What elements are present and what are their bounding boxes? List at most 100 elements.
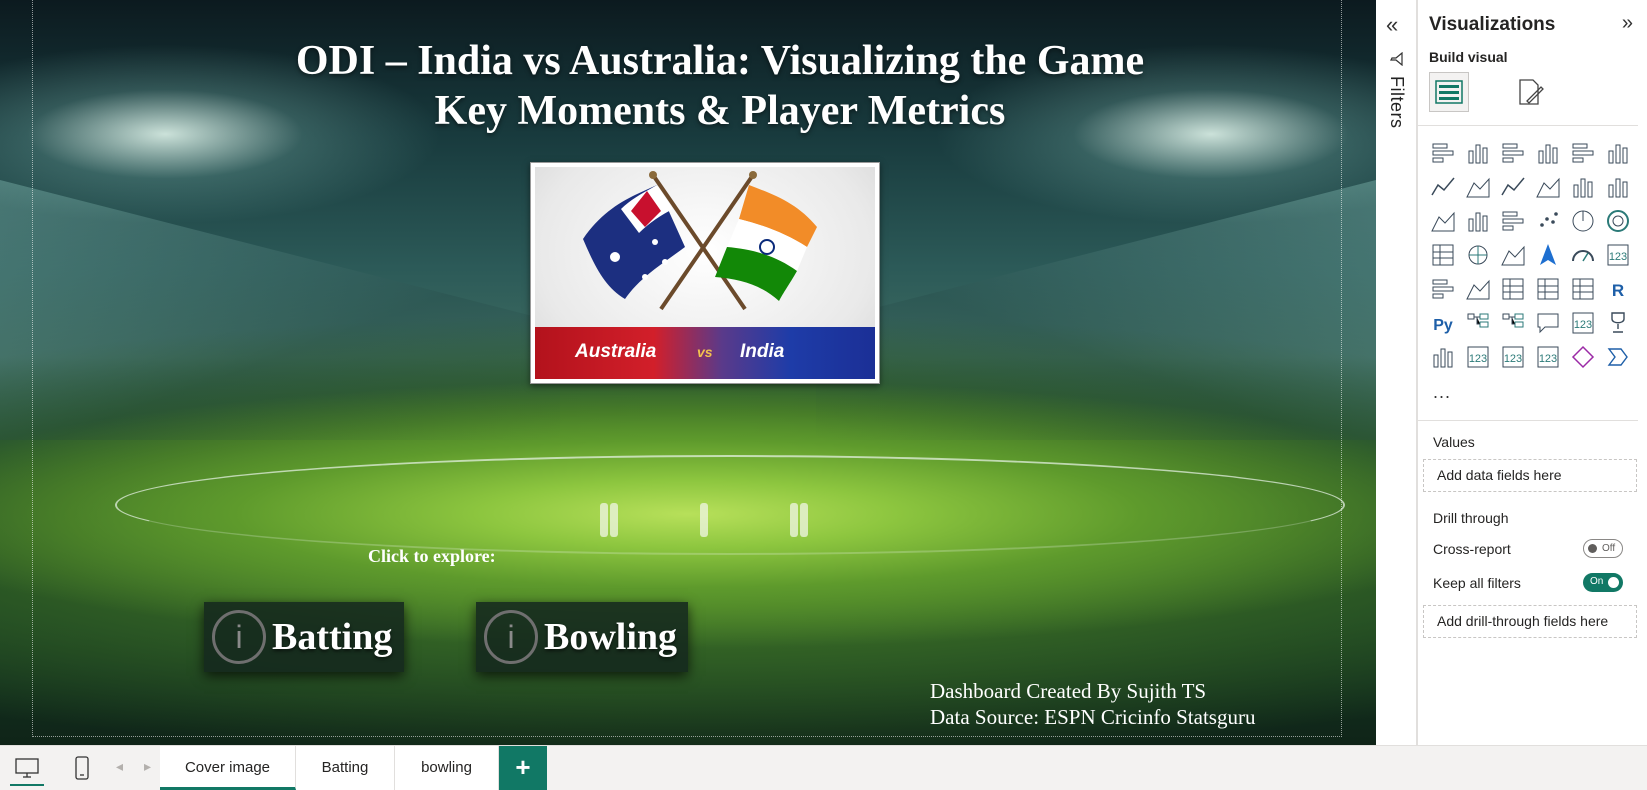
card-icon[interactable]: 123 — [1603, 240, 1633, 270]
svg-text:123: 123 — [1469, 353, 1487, 365]
info-icon: i — [212, 610, 266, 664]
tab-batting[interactable]: Batting — [296, 746, 395, 790]
keep-filters-label: Keep all filters — [1433, 575, 1521, 591]
line-clustered-column-icon[interactable] — [1568, 172, 1598, 202]
report-canvas: ODI – India vs Australia: Visualizing th… — [0, 0, 1376, 745]
drill-through-well[interactable]: Add drill-through fields here — [1423, 605, 1637, 638]
python-visual-icon[interactable]: Py — [1428, 308, 1458, 338]
bowling-button-label: Bowling — [544, 616, 678, 658]
power-automate-icon[interactable]: 123 — [1498, 342, 1528, 372]
banner-vs: vs — [697, 344, 713, 360]
flags-image-inner: Australia vs India — [535, 167, 875, 379]
power-apps-icon[interactable]: 123 — [1463, 342, 1493, 372]
treemap-icon[interactable] — [1428, 240, 1458, 270]
more-visuals-button[interactable]: ... — [1433, 382, 1451, 403]
multi-row-card-icon[interactable] — [1428, 274, 1458, 304]
filters-label[interactable]: Filters — [1386, 76, 1407, 129]
title-line-2: Key Moments & Player Metrics — [434, 88, 1006, 134]
add-page-button[interactable]: + — [499, 746, 547, 790]
tab-cover-image[interactable]: Cover image — [160, 746, 296, 790]
100-stacked-column-icon[interactable] — [1603, 138, 1633, 168]
keep-filters-toggle[interactable]: On — [1583, 573, 1623, 592]
arcgis-icon[interactable]: 123 — [1533, 342, 1563, 372]
key-influencers-icon[interactable] — [1463, 308, 1493, 338]
stacked-area-icon[interactable] — [1498, 172, 1528, 202]
visualizations-title: Visualizations — [1429, 14, 1556, 35]
double-chevron-left-icon[interactable]: « — [1386, 12, 1398, 38]
mobile-layout-icon[interactable] — [68, 752, 96, 784]
values-label: Values — [1433, 434, 1475, 450]
visual-type-gallery: 123 R Py 123 123 123 123 — [1428, 138, 1637, 376]
batting-button-label: Batting — [272, 616, 393, 658]
kpi-icon[interactable] — [1463, 274, 1493, 304]
svg-text:123: 123 — [1574, 319, 1592, 331]
credit-author: Dashboard Created By Sujith TS — [930, 679, 1207, 703]
funnel-icon — [1390, 51, 1404, 71]
slicer-icon[interactable] — [1498, 274, 1528, 304]
goals-icon[interactable] — [1603, 308, 1633, 338]
fields-well-tab[interactable] — [1429, 72, 1469, 112]
double-chevron-right-icon[interactable]: » — [1622, 12, 1633, 35]
line-stacked-column-icon[interactable] — [1603, 172, 1633, 202]
clustered-bar-icon[interactable] — [1498, 138, 1528, 168]
decomposition-tree-icon[interactable] — [1498, 308, 1528, 338]
stacked-column-icon[interactable] — [1463, 138, 1493, 168]
100-stacked-area-icon[interactable] — [1533, 172, 1563, 202]
filters-pane-collapsed[interactable]: « Filters — [1376, 0, 1417, 745]
credits: Dashboard Created By Sujith TS Data Sour… — [930, 678, 1255, 730]
table-icon[interactable] — [1533, 274, 1563, 304]
filled-map-icon[interactable] — [1498, 240, 1528, 270]
r-visual-icon[interactable]: R — [1603, 274, 1633, 304]
title-line-1: ODI – India vs Australia: Visualizing th… — [295, 38, 1145, 84]
scatter-icon[interactable] — [1533, 206, 1563, 236]
matrix-icon[interactable] — [1568, 274, 1598, 304]
flags-image: Australia vs India — [530, 162, 880, 384]
banner-team-australia: Australia — [575, 341, 657, 362]
desktop-layout-icon[interactable] — [10, 752, 44, 786]
cross-report-row: Cross-report Off — [1433, 539, 1633, 558]
format-visual-tab[interactable] — [1510, 72, 1550, 112]
svg-text:123: 123 — [1609, 251, 1627, 263]
narrative-icon[interactable]: 123 — [1568, 308, 1598, 338]
donut-chart-icon[interactable] — [1603, 206, 1633, 236]
tab-bowling[interactable]: bowling — [395, 746, 499, 790]
funnel-chart-icon[interactable] — [1498, 206, 1528, 236]
stacked-bar-icon[interactable] — [1428, 138, 1458, 168]
visualizations-pane: Visualizations » Build visual 123 R Py 123 1… — [1417, 0, 1647, 745]
svg-text:123: 123 — [1504, 353, 1522, 365]
svg-text:123: 123 — [1539, 353, 1557, 365]
credit-source: Data Source: ESPN Cricinfo Statsguru — [930, 705, 1256, 729]
divider — [1418, 420, 1638, 421]
batting-button[interactable]: i Batting — [204, 602, 404, 672]
ribbon-chart-icon[interactable] — [1428, 206, 1458, 236]
map-icon[interactable] — [1463, 240, 1493, 270]
report-title: ODI – India vs Australia: Visualizing th… — [180, 36, 1260, 136]
page-prev-icon[interactable]: ◂ — [116, 758, 123, 775]
power-apps-diamond-icon[interactable] — [1568, 342, 1598, 372]
banner-team-india: India — [740, 341, 785, 362]
cross-report-label: Cross-report — [1433, 541, 1511, 557]
pie-chart-icon[interactable] — [1568, 206, 1598, 236]
line-chart-icon[interactable] — [1428, 172, 1458, 202]
divider — [1418, 125, 1638, 126]
paginated-report-icon[interactable] — [1428, 342, 1458, 372]
waterfall-icon[interactable] — [1463, 206, 1493, 236]
clustered-column-icon[interactable] — [1533, 138, 1563, 168]
bowling-button[interactable]: i Bowling — [476, 602, 688, 672]
page-next-icon[interactable]: ▸ — [144, 758, 151, 775]
100-stacked-bar-icon[interactable] — [1568, 138, 1598, 168]
values-well[interactable]: Add data fields here — [1423, 459, 1637, 492]
build-visual-label: Build visual — [1429, 49, 1508, 65]
svg-text:Py: Py — [1433, 317, 1453, 334]
area-chart-icon[interactable] — [1463, 172, 1493, 202]
keep-filters-row: Keep all filters On — [1433, 573, 1633, 592]
qa-icon[interactable] — [1533, 308, 1563, 338]
svg-text:R: R — [1612, 281, 1624, 300]
fields-tab-icon — [1435, 80, 1463, 104]
custom-visual-icon[interactable] — [1603, 342, 1633, 372]
cross-report-toggle[interactable]: Off — [1583, 539, 1623, 558]
page-navigation-bar: ◂ ▸ Cover image Batting bowling + — [0, 745, 1647, 790]
azure-map-icon[interactable] — [1533, 240, 1563, 270]
gauge-icon[interactable] — [1568, 240, 1598, 270]
info-icon: i — [484, 610, 538, 664]
